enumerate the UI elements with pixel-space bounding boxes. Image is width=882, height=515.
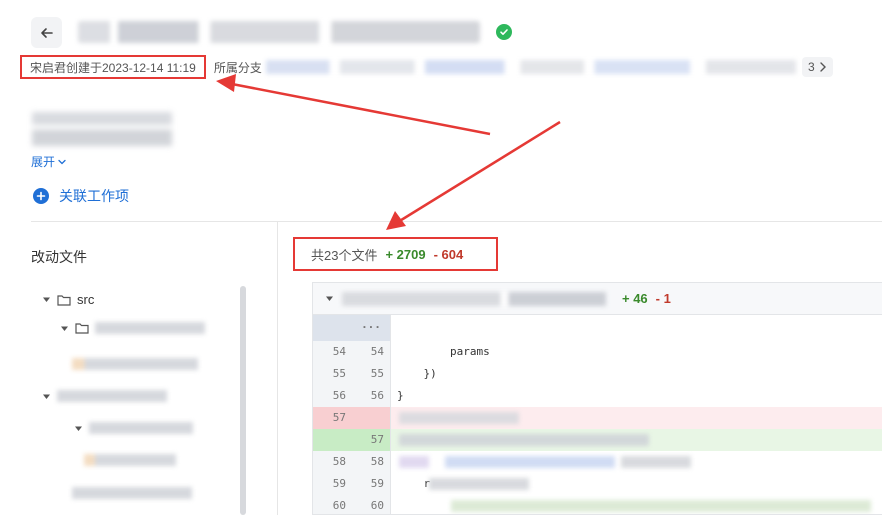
tree-folder[interactable] — [74, 422, 193, 434]
diff-file-header[interactable]: + 46 - 1 — [313, 283, 882, 315]
back-button[interactable] — [31, 17, 62, 48]
tree-folder-label — [57, 390, 167, 402]
redacted-code — [399, 412, 519, 424]
chevron-down-icon — [58, 159, 66, 164]
diff-line-added: 57 — [313, 429, 882, 451]
branch-label: 所属分支 — [213, 60, 262, 75]
branch-names — [265, 60, 796, 74]
file-diff-panel: + 46 - 1 ··· 54 54 params 55 55 }) 56 56} 57 57… — [312, 282, 882, 515]
diff-line: 55 55 }) — [313, 363, 882, 385]
tree-file[interactable] — [84, 454, 176, 466]
diff-file-path — [342, 291, 606, 306]
old-line-number: 55 — [313, 363, 352, 385]
old-line-number: 60 — [313, 495, 352, 514]
redacted-code — [429, 478, 529, 490]
expand-link[interactable]: 展开 — [31, 153, 66, 170]
tree-folder-label — [89, 422, 193, 434]
arrow-left-icon — [40, 27, 53, 38]
diff-line: 59 59 r — [313, 473, 882, 495]
tree-folder-label: src — [77, 292, 95, 307]
diff-line: 54 54 params — [313, 341, 882, 363]
redacted-code — [621, 456, 691, 468]
plus-circle-icon — [33, 188, 49, 204]
redacted-code — [445, 456, 615, 468]
tree-file-label — [72, 358, 198, 370]
old-line-number: 54 — [313, 341, 352, 363]
diff-line: 58 58 — [313, 451, 882, 473]
redacted-code — [399, 456, 429, 468]
link-work-item-button[interactable]: 关联工作项 — [33, 186, 129, 206]
new-line-number: 59 — [352, 473, 391, 495]
expand-lines-icon[interactable]: ··· — [352, 315, 391, 341]
more-branches-count: 3 — [808, 60, 815, 74]
caret-down-icon[interactable] — [325, 294, 334, 303]
file-additions: + 46 — [622, 291, 648, 306]
page-title — [78, 21, 480, 43]
new-line-number: 57 — [352, 429, 391, 451]
tree-folder[interactable] — [60, 322, 205, 334]
tree-folder-src[interactable]: src — [42, 292, 94, 307]
old-line-number: 59 — [313, 473, 352, 495]
redacted-code — [451, 500, 871, 512]
meta-row: 宋启君创建于2023-12-14 11:19 所属分支 — [20, 55, 796, 79]
tree-file-label — [72, 487, 192, 499]
redacted-code — [399, 434, 649, 446]
total-deletions: - 604 — [433, 246, 464, 262]
caret-down-icon — [75, 426, 82, 431]
old-line-number: 57 — [313, 407, 352, 429]
file-deletions: - 1 — [655, 291, 671, 306]
file-tree-title: 改动文件 — [31, 249, 87, 265]
section-divider — [31, 221, 882, 222]
description-text — [32, 112, 172, 146]
caret-down-icon — [43, 297, 50, 302]
folder-icon — [57, 294, 71, 306]
link-work-item-label: 关联工作项 — [59, 188, 129, 204]
chevron-right-icon — [819, 62, 826, 72]
diff-line: 60 60 — [313, 495, 882, 514]
new-line-number: 55 — [352, 363, 391, 385]
file-count: 共23个文件 — [311, 247, 378, 263]
tree-file[interactable] — [72, 487, 192, 499]
tree-file-label — [84, 454, 176, 466]
tree-file[interactable] — [72, 358, 198, 370]
annotation-arrow — [386, 120, 561, 230]
more-branches-chip[interactable]: 3 — [802, 57, 833, 77]
created-info: 宋启君创建于2023-12-14 11:19 — [20, 55, 206, 79]
new-line-number — [352, 407, 391, 429]
new-line-number: 58 — [352, 451, 391, 473]
expand-lines-row[interactable]: ··· — [313, 315, 882, 341]
code-line: }) — [397, 367, 437, 380]
old-line-number — [313, 429, 352, 451]
tree-folder-label — [95, 322, 205, 334]
total-additions: + 2709 — [385, 246, 426, 262]
code-line: } — [397, 389, 404, 402]
code-line: params — [397, 345, 490, 358]
diff-line: 56 56} — [313, 385, 882, 407]
tree-folder[interactable] — [42, 390, 167, 402]
old-line-number: 58 — [313, 451, 352, 473]
diff-line-deleted: 57 — [313, 407, 882, 429]
folder-icon — [75, 323, 89, 334]
panel-divider — [277, 222, 278, 515]
diff-summary: 共23个文件 + 2709 - 604 — [293, 237, 498, 271]
new-line-number: 60 — [352, 495, 391, 514]
new-line-number: 56 — [352, 385, 391, 407]
tree-scrollbar[interactable] — [240, 286, 246, 515]
old-line-number: 56 — [313, 385, 352, 407]
caret-down-icon — [61, 326, 68, 331]
new-line-number: 54 — [352, 341, 391, 363]
check-circle-icon — [496, 24, 512, 40]
expand-label: 展开 — [31, 155, 56, 169]
caret-down-icon — [43, 394, 50, 399]
annotation-arrow — [216, 74, 491, 136]
